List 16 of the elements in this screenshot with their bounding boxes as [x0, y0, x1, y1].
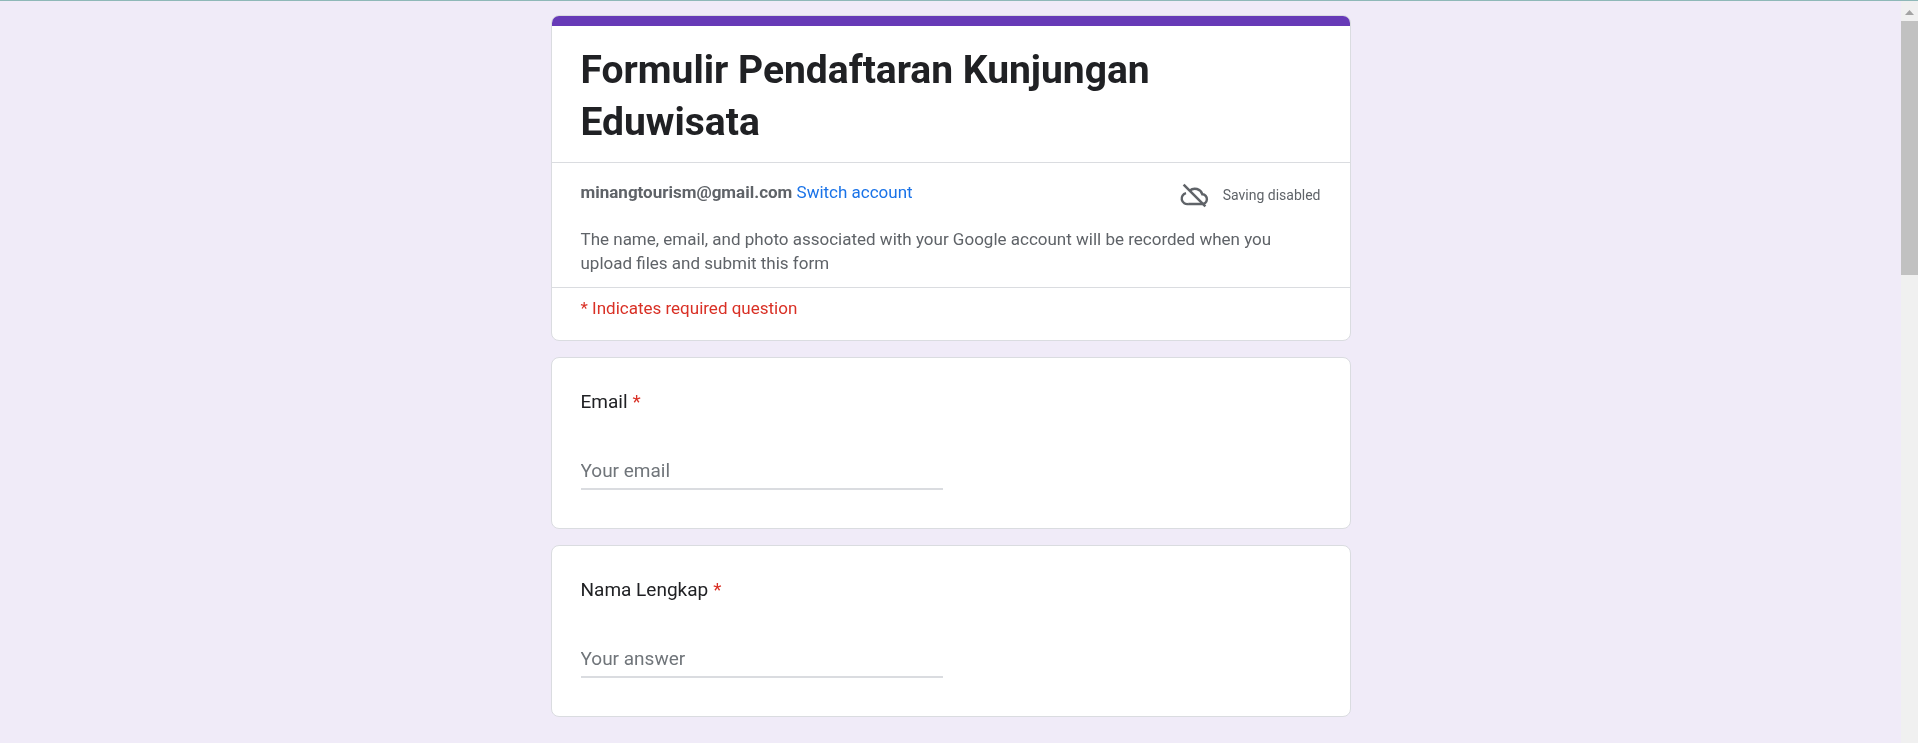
- scroll-up-arrow-icon[interactable]: [1905, 10, 1914, 15]
- answer-field[interactable]: Your email: [580, 452, 943, 490]
- cloud-off-icon: [1179, 182, 1209, 209]
- required-asterisk: *: [713, 577, 722, 603]
- answer-field[interactable]: Your answer: [580, 640, 943, 678]
- scrollbar[interactable]: [1901, 1, 1918, 743]
- question-label: Nama Lengkap: [580, 577, 709, 603]
- saving-status: Saving disabled: [1222, 186, 1321, 205]
- scrollbar-thumb[interactable]: [1901, 21, 1918, 275]
- account-notice: The name, email, and photo associated with your Google account will be recorded when you upload files and submit this form: [580, 228, 1273, 275]
- switch-account-link[interactable]: Switch account: [796, 182, 913, 202]
- question-label: Email: [580, 389, 628, 415]
- form-title: Formulir Pendaftaran Kunjungan Eduwisata: [580, 46, 1151, 147]
- account-email: minangtourism@gmail.com: [580, 182, 793, 202]
- required-asterisk: *: [632, 389, 641, 415]
- required-note: * Indicates required question: [580, 297, 799, 320]
